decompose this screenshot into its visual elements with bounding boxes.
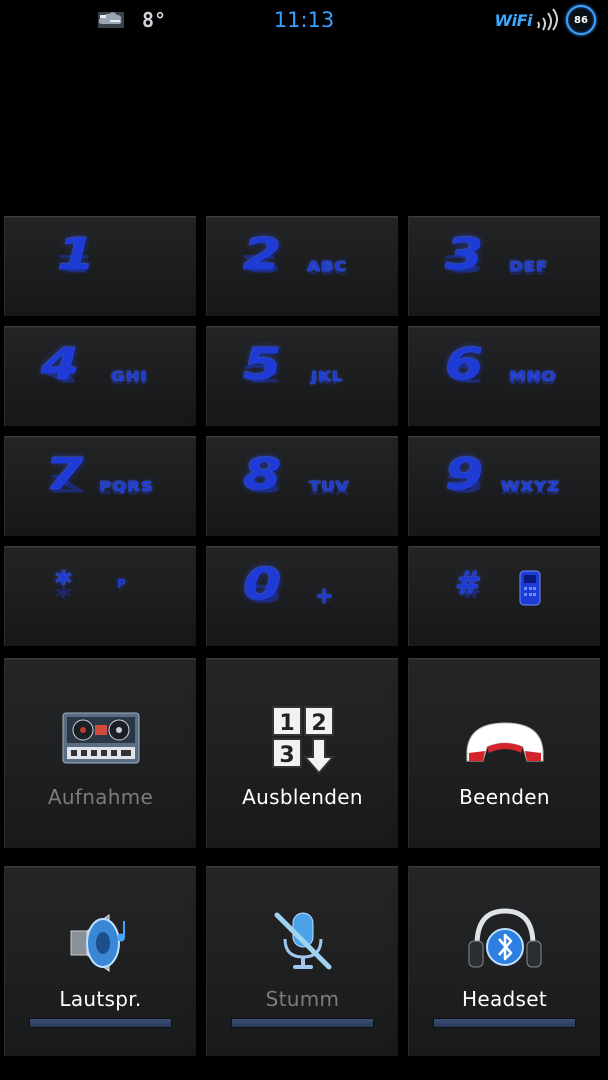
key-4[interactable]: 4 4 GHI GHI — [4, 326, 196, 426]
key-9[interactable]: 9 9 WXYZ WXYZ — [408, 436, 600, 536]
key-letters-reflection: JKL — [311, 375, 344, 386]
hide-dialpad-label: Ausblenden — [242, 785, 363, 809]
wifi-icon: WiFi — [494, 10, 532, 30]
key-5[interactable]: 5 5 JKL JKL — [206, 326, 398, 426]
key-8[interactable]: 8 8 TUV TUV — [206, 436, 398, 536]
record-label: Aufnahme — [47, 785, 154, 809]
speaker-button[interactable]: Lautspr. — [4, 866, 196, 1056]
key-digit-reflection: # — [455, 573, 482, 604]
battery-level: 86 — [574, 14, 588, 26]
key-letters-reflection: PQRS — [99, 485, 154, 496]
key-digit-reflection: 5 — [243, 359, 282, 388]
key-7[interactable]: 7 7 PQRS PQRS — [4, 436, 196, 536]
key-letters-reflection: TUV — [309, 485, 350, 496]
key-digit-reflection: 7 — [45, 469, 84, 498]
key-letters: + — [315, 584, 334, 609]
key-digit-reflection: 0 — [243, 579, 282, 608]
key-digit-reflection: * — [55, 573, 72, 604]
microphone-muted-icon — [274, 912, 331, 970]
signal-strength-icon — [537, 8, 558, 31]
end-call-label: Beenden — [459, 785, 550, 809]
hide-dialpad-button[interactable]: 1 2 3 Ausblenden — [206, 658, 398, 848]
key-digit-reflection: 1 — [57, 249, 96, 278]
record-button[interactable]: Aufnahme — [4, 658, 196, 848]
headset-button[interactable]: Headset — [408, 866, 600, 1056]
headset-label: Headset — [462, 987, 547, 1011]
mute-indicator-bar — [231, 1018, 374, 1028]
key-letters-reflection: WXYZ — [501, 485, 560, 496]
key-letters-reflection: GHI — [111, 375, 148, 386]
key-digit-reflection: 8 — [243, 469, 282, 498]
svg-text:2: 2 — [311, 711, 326, 736]
end-call-icon — [466, 722, 543, 762]
key-6[interactable]: 6 6 MNO MNO — [408, 326, 600, 426]
key-hash[interactable]: # # — [408, 546, 600, 646]
status-bar-right: WiFi 86 — [494, 5, 596, 35]
battery-icon: 86 — [566, 5, 596, 35]
key-letters-reflection: ABC — [307, 265, 348, 276]
key-digit-reflection: 2 — [243, 249, 282, 278]
mute-label: Stumm — [265, 987, 340, 1011]
svg-text:1: 1 — [279, 711, 294, 736]
key-2[interactable]: 2 2 ABC ABC — [206, 216, 398, 316]
key-digit-reflection: 9 — [445, 469, 484, 498]
key-letters-reflection: DEF — [509, 265, 549, 276]
key-0[interactable]: 0 0 + — [206, 546, 398, 646]
speaker-label: Lautspr. — [59, 987, 142, 1011]
key-star[interactable]: * * P — [4, 546, 196, 646]
end-call-button[interactable]: Beenden — [408, 658, 600, 848]
status-bar: 8° 11:13 WiFi 86 — [0, 0, 608, 44]
tape-recorder-icon — [62, 712, 139, 764]
svg-text:3: 3 — [279, 743, 294, 768]
phone-handset-icon — [519, 570, 541, 606]
dialpad-hide-icon: 1 2 3 — [271, 706, 335, 775]
key-letters: P — [117, 577, 126, 591]
key-1[interactable]: 1 1 — [4, 216, 196, 316]
speaker-icon — [70, 914, 125, 972]
key-digit-reflection: 4 — [41, 359, 80, 388]
key-3[interactable]: 3 3 DEF DEF — [408, 216, 600, 316]
key-digit-reflection: 3 — [445, 249, 484, 278]
headset-indicator-bar — [433, 1018, 576, 1028]
key-letters-reflection: MNO — [509, 375, 557, 386]
speaker-indicator-bar — [29, 1018, 172, 1028]
mute-button[interactable]: Stumm — [206, 866, 398, 1056]
key-digit-reflection: 6 — [445, 359, 484, 388]
bluetooth-headset-icon — [468, 908, 541, 968]
